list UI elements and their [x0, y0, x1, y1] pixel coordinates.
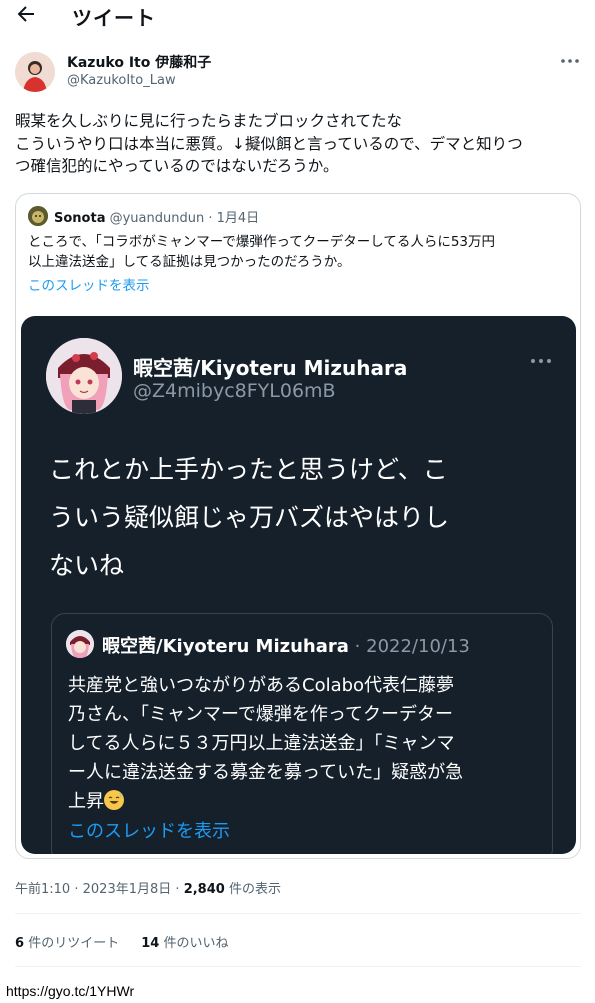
- tweet-line: 暇某を久しぶりに見に行ったらまたブロックされてたな: [15, 112, 403, 130]
- quoted-author-handle: @yuandundun: [109, 211, 205, 226]
- screenshot-quoted-line: してる人らに５３万円以上違法送金」「ミャンマ: [68, 733, 455, 754]
- screenshot-tweet-line: これとか上手かったと思うけど、こ: [49, 455, 448, 484]
- tweet-line: こういうやり口は本当に悪質。↓擬似餌と言っているので、デマと知りつ: [15, 134, 523, 153]
- more-options-icon: [531, 359, 551, 363]
- separator-dot: ·: [208, 211, 213, 226]
- separator-dot: ·: [175, 882, 180, 897]
- screenshot-tweet-text: これとか上手かったと思うけど、こ ういう疑似餌じゃ万バズはやはりし ないね: [49, 446, 559, 590]
- divider: [15, 913, 581, 914]
- screenshot-show-thread-link: このスレッドを表示: [68, 821, 230, 842]
- quoted-tweet-text: ところで、「コラボがミャンマーで爆弾作ってクーデターしてる人らに53万円 以上違…: [28, 232, 568, 272]
- divider: [15, 966, 581, 967]
- quoted-tweet-date: 1月4日: [216, 211, 260, 226]
- likes-label: 件のいいね: [163, 936, 229, 951]
- screenshot-quoted-header: 暇空茜/Kiyoteru Mizuhara · 2022/10/13: [102, 632, 470, 658]
- attached-screenshot-image[interactable]: 暇空茜/Kiyoteru Mizuhara @Z4mibyc8FYL06mB こ…: [21, 316, 576, 854]
- likes-stat[interactable]: 14 件のいいね: [141, 936, 228, 951]
- quoted-tweet-line: ところで、「コラボがミャンマーで爆弾作ってクーデターしてる人らに53万円: [28, 234, 495, 250]
- page-title: ツイート: [72, 6, 156, 30]
- screenshot-author-handle: @Z4mibyc8FYL06mB: [133, 380, 336, 402]
- top-bar: ツイート: [0, 0, 595, 30]
- sweat-smile-emoji-icon: [104, 790, 124, 810]
- engagement-stats: 6 件のリツイート 14 件のいいね: [15, 932, 228, 951]
- author-handle[interactable]: @KazukoIto_Law: [67, 73, 176, 88]
- screenshot-author-avatar: [46, 338, 122, 414]
- separator-dot: ·: [354, 636, 361, 657]
- screenshot-quoted-line-last: 上昇: [68, 787, 548, 816]
- retweets-label: 件のリツイート: [28, 936, 120, 951]
- screenshot-quoted-line: 上昇: [68, 791, 104, 812]
- screenshot-quoted-date: 2022/10/13: [366, 636, 470, 657]
- more-options-icon[interactable]: [558, 52, 582, 70]
- screenshot-quoted-text: 共産党と強いつながりがあるColabo代表仁藤夢 乃さん、「ミャンマーで爆弾を作…: [68, 671, 548, 816]
- screenshot-tweet-line: ないね: [49, 551, 125, 580]
- quoted-tweet-card[interactable]: Sonota @yuandundun · 1月4日 ところで、「コラボがミャンマ…: [15, 193, 581, 859]
- screenshot-quoted-line: ー人に違法送金する募金を募っていた」疑惑が急: [68, 762, 464, 783]
- screenshot-quoted-line: 乃さん、「ミャンマーで爆弾を作ってクーデター: [68, 704, 454, 725]
- views-count: 2,840: [183, 882, 225, 897]
- quoted-author-avatar: [28, 206, 48, 226]
- screenshot-quoted-name: 暇空茜/Kiyoteru Mizuhara: [102, 636, 349, 657]
- quoted-tweet-line: 以上違法送金」してる証拠は見つかったのだろうか。: [28, 254, 351, 270]
- retweets-count: 6: [15, 936, 25, 951]
- tweet-line: つ確信犯的にやっているのではないだろうか。: [15, 157, 339, 175]
- tweet-timestamp-row: 午前1:10 · 2023年1月8日 · 2,840 件の表示: [15, 878, 281, 897]
- retweets-stat[interactable]: 6 件のリツイート: [15, 936, 119, 951]
- tweet-date[interactable]: 2023年1月8日: [83, 882, 172, 897]
- tweet-text: 暇某を久しぶりに見に行ったらまたブロックされてたな こういうやり口は本当に悪質。…: [15, 110, 583, 178]
- archive-url: https://gyo.tc/1YHWr: [6, 983, 135, 999]
- screenshot-author-name: 暇空茜/Kiyoteru Mizuhara: [133, 356, 408, 380]
- likes-count: 14: [141, 936, 160, 951]
- quoted-tweet-header: Sonota @yuandundun · 1月4日: [54, 207, 259, 226]
- tweet-time[interactable]: 午前1:10: [15, 882, 70, 897]
- author-avatar[interactable]: [15, 52, 55, 92]
- screenshot-tweet-line: ういう疑似餌じゃ万バズはやはりし: [49, 503, 450, 532]
- screenshot-quoted-avatar: [66, 630, 94, 658]
- arrow-left-icon[interactable]: [14, 2, 38, 26]
- separator-dot: ·: [74, 882, 79, 897]
- views-label: 件の表示: [228, 882, 281, 897]
- author-name[interactable]: Kazuko Ito 伊藤和子: [67, 52, 211, 72]
- show-thread-link[interactable]: このスレッドを表示: [28, 274, 150, 294]
- screenshot-quoted-tweet: 暇空茜/Kiyoteru Mizuhara · 2022/10/13 共産党と強…: [51, 613, 553, 854]
- quoted-author-name: Sonota: [54, 211, 106, 226]
- screenshot-quoted-line: 共産党と強いつながりがあるColabo代表仁藤夢: [68, 675, 455, 696]
